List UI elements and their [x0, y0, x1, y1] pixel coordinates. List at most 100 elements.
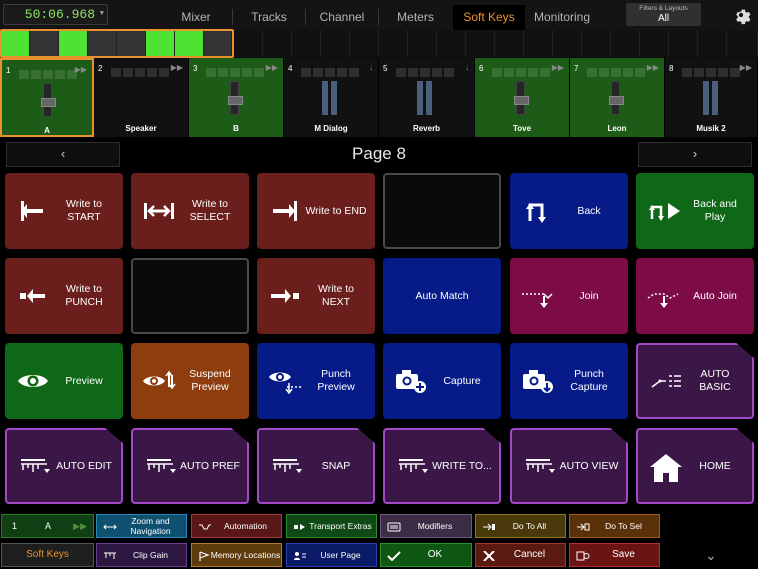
- back-and-play-key[interactable]: Back and Play: [636, 173, 754, 249]
- soft-keys-button[interactable]: Soft Keys: [1, 543, 94, 567]
- save-button[interactable]: Save: [569, 543, 660, 567]
- snap-key[interactable]: SNAP: [257, 428, 375, 504]
- fader-icon[interactable]: [514, 81, 529, 115]
- back-icon: [526, 203, 546, 223]
- tab-monitoring[interactable]: Monitoring: [525, 5, 599, 30]
- timecode-value: 50:06.968: [24, 7, 95, 22]
- key-label: Back and Play: [693, 198, 737, 223]
- tab-meters[interactable]: Meters: [379, 5, 452, 30]
- strip-buttons[interactable]: [111, 64, 171, 82]
- key-label: Write to PUNCH: [65, 283, 103, 308]
- strip-name: A: [44, 126, 50, 135]
- strip-number: 6: [479, 64, 484, 73]
- automation-bank-button[interactable]: Automation: [191, 514, 282, 538]
- button-label: Do To All: [512, 521, 547, 531]
- gear-icon[interactable]: [731, 5, 751, 25]
- empty-key[interactable]: [131, 258, 249, 334]
- button-label: OK: [427, 549, 443, 560]
- memory-locations-button[interactable]: Memory Locations: [191, 543, 282, 567]
- channel-strip-2[interactable]: 2 ▶▶ Speaker: [94, 58, 189, 137]
- channel-strip-8[interactable]: 8 ▶▶ Musik 2: [665, 58, 758, 137]
- capture-key[interactable]: Capture: [383, 343, 501, 419]
- write-to-punch-key[interactable]: Write to PUNCH: [5, 258, 123, 334]
- strip-buttons[interactable]: [587, 64, 647, 82]
- meter-bank-highlight: [0, 29, 234, 58]
- channel-strip-7[interactable]: 7 ▶▶ Leon: [570, 58, 665, 137]
- strip-number: 1: [6, 66, 11, 75]
- strip-buttons[interactable]: [396, 64, 456, 82]
- join-key[interactable]: Join: [510, 258, 628, 334]
- write-to-select-key[interactable]: Write to SELECT: [131, 173, 249, 249]
- empty-key[interactable]: [383, 173, 501, 249]
- play-icon: ▶▶: [73, 521, 87, 531]
- auto-pref-key[interactable]: AUTO PREF: [131, 428, 249, 504]
- key-label: Write to END: [305, 204, 367, 217]
- meter-cell: [669, 30, 698, 57]
- fader-icon[interactable]: [41, 83, 56, 117]
- channel-strip-3[interactable]: 3 ▶▶ B: [189, 58, 284, 137]
- chevron-down-icon[interactable]: ⌄: [700, 546, 722, 564]
- play-icon: ▶▶: [74, 65, 87, 74]
- write-to-start-key[interactable]: Write to START: [5, 173, 123, 249]
- bank-channel-button[interactable]: 1 A ▶▶: [1, 514, 94, 538]
- key-label: Punch Capture: [570, 368, 608, 393]
- strip-name: Speaker: [125, 124, 157, 133]
- strip-buttons[interactable]: [492, 64, 552, 82]
- clip-gain-button[interactable]: Clip Gain: [96, 543, 187, 567]
- punch-capture-key[interactable]: Punch Capture: [510, 343, 628, 419]
- prev-page-button[interactable]: ‹: [6, 142, 120, 167]
- zoom-navigation-button[interactable]: Zoom and Navigation: [96, 514, 187, 538]
- back-key[interactable]: Back: [510, 173, 628, 249]
- key-label: Auto Join: [693, 289, 737, 302]
- write-to-end-key[interactable]: Write to END: [257, 173, 375, 249]
- next-page-button[interactable]: ›: [638, 142, 752, 167]
- home-key[interactable]: HOME: [636, 428, 754, 504]
- suspend-preview-icon: [143, 370, 176, 390]
- tab-channel[interactable]: Channel: [306, 5, 378, 30]
- tab-soft-keys[interactable]: Soft Keys: [453, 5, 525, 30]
- preview-key[interactable]: Preview: [5, 343, 123, 419]
- save-icon: [576, 551, 590, 561]
- key-label: Write to SELECT: [189, 198, 231, 223]
- strip-buttons[interactable]: [301, 64, 361, 82]
- timecode-display[interactable]: 50:06.968 ▼: [3, 4, 108, 25]
- suspend-preview-key[interactable]: Suspend Preview: [131, 343, 249, 419]
- auto-edit-key[interactable]: AUTO EDIT: [5, 428, 123, 504]
- camera-down-icon: [523, 370, 553, 393]
- ok-button[interactable]: OK: [380, 543, 472, 567]
- fader-icon[interactable]: [228, 81, 243, 115]
- automation-bank-icon: [199, 524, 211, 530]
- write-to-menu-key[interactable]: WRITE TO...: [383, 428, 501, 504]
- strip-name: Musik 2: [696, 124, 726, 133]
- automation-icon: [273, 459, 302, 473]
- punch-preview-key[interactable]: Punch Preview: [257, 343, 375, 419]
- strip-buttons[interactable]: [19, 66, 79, 84]
- bank-channel-number: 1: [12, 521, 18, 531]
- strip-buttons[interactable]: [682, 64, 742, 82]
- do-to-all-button[interactable]: Do To All: [475, 514, 566, 538]
- tab-tracks[interactable]: Tracks: [233, 5, 305, 30]
- auto-match-key[interactable]: Auto Match: [383, 258, 501, 334]
- auto-view-key[interactable]: AUTO VIEW: [510, 428, 628, 504]
- meter-cell: [437, 30, 466, 57]
- write-to-next-key[interactable]: Write to NEXT: [257, 258, 375, 334]
- channel-strip-4[interactable]: 4 ↓ M Dialog: [284, 58, 379, 137]
- transport-extras-button[interactable]: Transport Extras: [286, 514, 377, 538]
- channel-strip-5[interactable]: 5 ↓ Reverb: [379, 58, 475, 137]
- auto-basic-key[interactable]: AUTO BASIC: [636, 343, 754, 419]
- auto-join-key[interactable]: Auto Join: [636, 258, 754, 334]
- fader-icon[interactable]: [609, 81, 624, 115]
- channel-strip-6[interactable]: 6 ▶▶ Tove: [475, 58, 570, 137]
- cancel-button[interactable]: Cancel: [475, 543, 566, 567]
- channel-strip-1[interactable]: 1 ▶▶ A: [0, 58, 94, 137]
- strip-name: Leon: [607, 124, 627, 133]
- meter-cell: [727, 30, 758, 57]
- user-page-button[interactable]: User Page: [286, 543, 377, 567]
- meter-cell: [611, 30, 640, 57]
- do-to-sel-button[interactable]: Do To Sel: [569, 514, 660, 538]
- tab-mixer[interactable]: Mixer: [160, 5, 232, 30]
- modifiers-button[interactable]: Modifiers: [380, 514, 472, 538]
- auto-join-icon: [647, 293, 679, 308]
- filters-layouts-button[interactable]: Filters & Layouts All: [626, 3, 701, 26]
- strip-buttons[interactable]: [206, 64, 266, 82]
